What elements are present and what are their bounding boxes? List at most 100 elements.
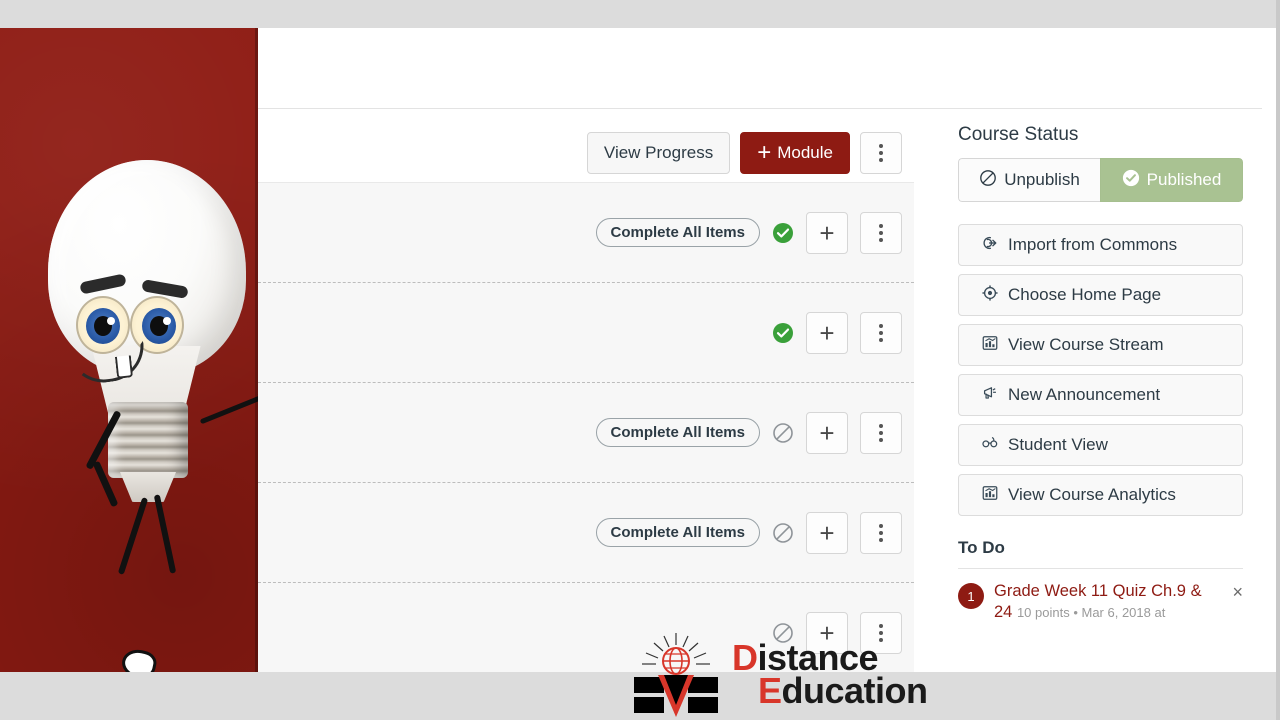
plus-icon: +	[819, 317, 835, 348]
leg-left	[117, 497, 149, 575]
add-module-label: Module	[777, 143, 833, 162]
published-icon[interactable]	[772, 322, 794, 344]
course-action-buttons: Import from Commons Choose Home Page Vie…	[958, 224, 1258, 516]
header-divider	[258, 108, 1262, 109]
todo-item-meta: 10 points • Mar 6, 2018 at	[1016, 605, 1166, 621]
module-row[interactable]: +	[258, 283, 914, 383]
plus-icon: +	[819, 217, 835, 248]
kebab-dot-icon	[879, 144, 883, 148]
published-check-icon	[1122, 169, 1140, 192]
module-kebab-button[interactable]	[860, 311, 902, 354]
module-row[interactable]: Complete All Items +	[258, 183, 914, 283]
published-icon[interactable]	[772, 222, 794, 244]
unpublished-icon[interactable]	[772, 422, 794, 444]
todo-close-icon[interactable]: ×	[1232, 583, 1243, 601]
kebab-dot-icon	[879, 437, 883, 442]
todo-count-badge: 1	[958, 583, 984, 609]
modules-kebab-button[interactable]	[860, 132, 902, 174]
module-kebab-button[interactable]	[860, 411, 902, 454]
todo-item-link[interactable]: Grade Week 11 Quiz Ch.9 & 24 10 points •…	[994, 581, 1222, 624]
completion-requirement-pill: Complete All Items	[595, 518, 760, 547]
sidebar-button-label: Student View	[1008, 435, 1108, 454]
kebab-dot-icon	[879, 337, 883, 342]
arm-right-upper	[199, 392, 258, 425]
todo-divider	[958, 568, 1243, 569]
module-kebab-button[interactable]	[860, 511, 902, 554]
module-row[interactable]: Complete All Items +	[258, 483, 914, 583]
modules-column: View Progress + Module Complete All Item…	[258, 124, 914, 672]
view-progress-button[interactable]: View Progress	[586, 132, 731, 174]
unpublished-icon[interactable]	[772, 522, 794, 544]
module-row[interactable]: Complete All Items +	[258, 383, 914, 483]
modules-action-bar: View Progress + Module	[258, 124, 914, 182]
add-item-button[interactable]: +	[806, 311, 848, 354]
plus-icon: +	[819, 417, 835, 448]
student-view-button[interactable]: Student View	[958, 424, 1243, 466]
import-from-commons-button[interactable]: Import from Commons	[958, 224, 1243, 266]
kebab-dot-icon	[879, 158, 883, 162]
sidebar-button-label: View Course Stream	[1008, 335, 1164, 354]
bulb-tip-icon	[120, 472, 176, 502]
lightbulb-mascot	[10, 150, 258, 720]
watermark-line-2: Education	[758, 673, 928, 709]
kebab-dot-icon	[879, 430, 883, 435]
kebab-dot-icon	[879, 323, 883, 328]
mascot-red-panel	[0, 0, 258, 720]
unpublish-icon	[979, 169, 997, 192]
sidebar-button-label: Import from Commons	[1008, 235, 1178, 254]
add-module-button[interactable]: + Module	[740, 132, 850, 174]
kebab-dot-icon	[879, 523, 883, 528]
page-content: View Progress + Module Complete All Item…	[258, 28, 1276, 672]
add-item-button[interactable]: +	[806, 211, 848, 254]
view-course-analytics-button[interactable]: View Course Analytics	[958, 474, 1243, 516]
glasses-icon	[981, 434, 999, 457]
kebab-dot-icon	[879, 423, 883, 428]
todo-list-item[interactable]: 1 Grade Week 11 Quiz Ch.9 & 24 10 points…	[958, 581, 1243, 624]
add-item-button[interactable]: +	[806, 511, 848, 554]
kebab-dot-icon	[879, 623, 883, 628]
sidebar-button-label: View Course Analytics	[1008, 485, 1176, 504]
kebab-dot-icon	[879, 537, 883, 542]
commons-icon	[981, 234, 999, 257]
module-kebab-button[interactable]	[860, 211, 902, 254]
watermark-line-2-rest: ducation	[781, 670, 929, 711]
kebab-dot-icon	[879, 530, 883, 535]
module-row-tools: Complete All Items +	[595, 211, 902, 254]
watermark-text: Distance Education	[732, 639, 928, 709]
choose-home-page-button[interactable]: Choose Home Page	[958, 274, 1243, 316]
screen-root: View Progress + Module Complete All Item…	[0, 0, 1280, 720]
view-course-stream-button[interactable]: View Course Stream	[958, 324, 1243, 366]
publish-toggle: Unpublish Published	[958, 158, 1243, 202]
sidebar-button-label: Choose Home Page	[1008, 285, 1162, 304]
new-announcement-button[interactable]: New Announcement	[958, 374, 1243, 416]
plus-icon: +	[757, 139, 772, 166]
kebab-dot-icon	[879, 237, 883, 242]
kebab-dot-icon	[879, 151, 883, 155]
announcement-icon	[981, 384, 999, 407]
add-item-button[interactable]: +	[806, 411, 848, 454]
kebab-dot-icon	[879, 230, 883, 235]
home-target-icon	[981, 284, 999, 307]
course-status-title: Course Status	[958, 124, 1079, 145]
watermark-line-1: Distance	[732, 639, 928, 675]
published-button[interactable]: Published	[1100, 158, 1243, 202]
completion-requirement-pill: Complete All Items	[595, 218, 760, 247]
module-row-tools: Complete All Items +	[595, 511, 902, 554]
plus-icon: +	[819, 517, 835, 548]
watermark-line-2-cap: E	[758, 670, 782, 711]
course-sidebar: Course Status Unpublish Published Import…	[958, 124, 1258, 624]
completion-requirement-pill: Complete All Items	[595, 418, 760, 447]
tooth-icon	[114, 355, 134, 379]
leg-right	[153, 494, 177, 574]
chart-icon	[981, 484, 999, 507]
view-progress-label: View Progress	[603, 143, 714, 162]
chart-icon	[981, 334, 999, 357]
unpublish-button[interactable]: Unpublish	[958, 158, 1100, 202]
eye-glint-right-icon	[163, 317, 171, 325]
right-edge-strip	[1276, 0, 1280, 720]
modules-list: Complete All Items + + Complete All Item…	[258, 182, 914, 672]
sidebar-button-label: New Announcement	[1008, 385, 1161, 404]
watermark-logo-icon	[628, 631, 724, 717]
recording-top-band	[0, 0, 1280, 28]
kebab-dot-icon	[879, 330, 883, 335]
